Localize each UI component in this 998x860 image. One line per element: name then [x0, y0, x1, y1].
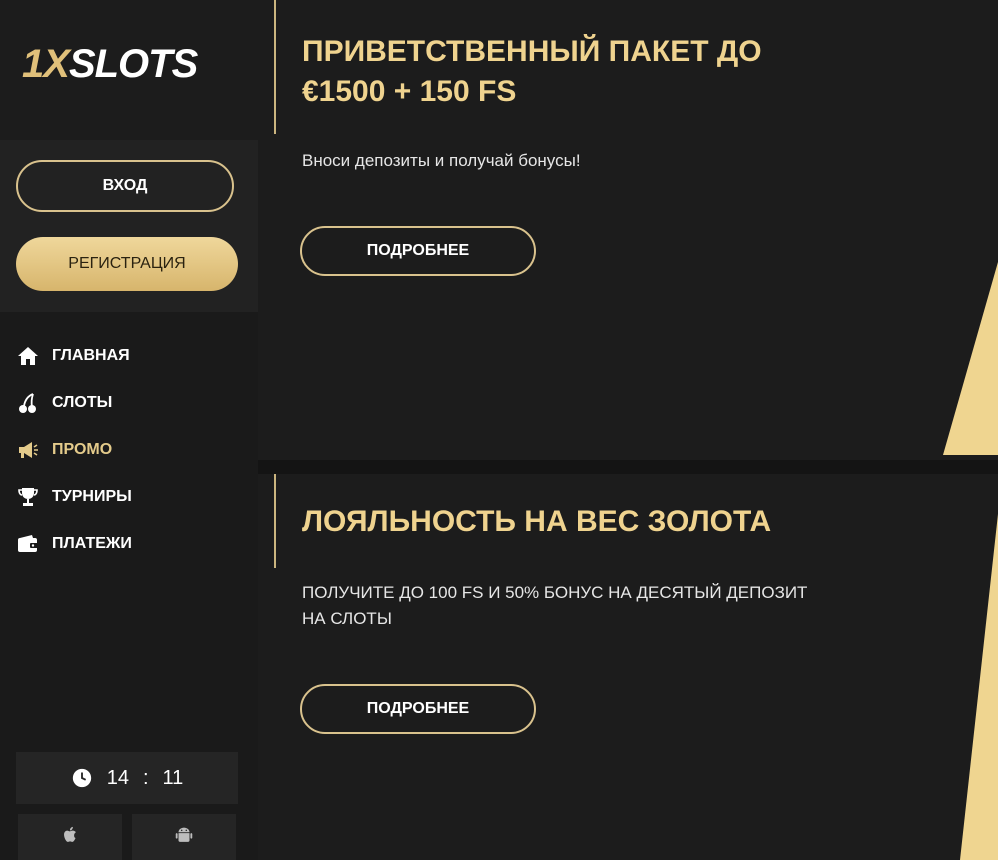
megaphone-icon	[16, 438, 40, 462]
promo-description: ПОЛУЧИТЕ ДО 100 FS И 50% БОНУС НА ДЕСЯТЫ…	[302, 580, 882, 632]
sidebar: 1XSLOTS ВХОД РЕГИСТРАЦИЯ ГЛАВНАЯ СЛОТЫ П…	[0, 0, 258, 860]
login-button[interactable]: ВХОД	[16, 160, 234, 212]
clock-hours: 14	[106, 766, 129, 789]
nav-item-tournaments[interactable]: ТУРНИРЫ	[16, 483, 132, 511]
nav-label-promo: ПРОМО	[52, 441, 113, 458]
logo-area: 1XSLOTS	[0, 0, 258, 140]
card-accent-bar	[274, 474, 276, 568]
promo-description-line1: ПОЛУЧИТЕ ДО 100 FS И 50% БОНУС НА ДЕСЯТЫ…	[302, 583, 808, 602]
gold-decoration	[943, 262, 998, 455]
nav-item-promo[interactable]: ПРОМО	[16, 436, 112, 464]
promo-title-line2: €1500 + 150 FS	[302, 75, 517, 108]
promo-card-loyalty: ЛОЯЛЬНОСТЬ НА ВЕС ЗОЛОТА ПОЛУЧИТЕ ДО 100…	[258, 474, 998, 860]
promo-description-line2: НА СЛОТЫ	[302, 609, 392, 628]
nav-label-payments: ПЛАТЕЖИ	[52, 535, 132, 552]
android-app-button[interactable]	[132, 814, 236, 860]
wallet-icon	[16, 532, 40, 556]
apple-icon	[59, 824, 81, 851]
card-accent-bar	[274, 0, 276, 134]
promo-more-button[interactable]: ПОДРОБНЕЕ	[300, 226, 536, 276]
ios-app-button[interactable]	[18, 814, 122, 860]
home-icon	[16, 344, 40, 368]
trophy-icon	[16, 485, 40, 509]
android-icon	[173, 824, 195, 851]
logo-accent: 1X	[22, 42, 70, 86]
promo-card-welcome: ПРИВЕТСТВЕННЫЙ ПАКЕТ ДО €1500 + 150 FS В…	[258, 0, 998, 460]
register-button[interactable]: РЕГИСТРАЦИЯ	[16, 237, 238, 291]
nav-item-payments[interactable]: ПЛАТЕЖИ	[16, 530, 132, 558]
clock-minutes: 11	[162, 766, 184, 789]
promo-title: ЛОЯЛЬНОСТЬ НА ВЕС ЗОЛОТА	[302, 505, 772, 538]
logo-text: SLOTS	[68, 42, 198, 86]
logo[interactable]: 1XSLOTS	[22, 40, 198, 88]
nav-item-home[interactable]: ГЛАВНАЯ	[16, 342, 130, 370]
nav-label-tournaments: ТУРНИРЫ	[52, 488, 132, 505]
clock: 14 : 11	[16, 752, 238, 804]
nav-label-home: ГЛАВНАЯ	[52, 347, 130, 364]
promo-title: ПРИВЕТСТВЕННЫЙ ПАКЕТ ДО €1500 + 150 FS	[302, 32, 862, 112]
auth-area: ВХОД РЕГИСТРАЦИЯ	[0, 140, 258, 312]
promo-title-line1: ПРИВЕТСТВЕННЫЙ ПАКЕТ ДО	[302, 35, 762, 68]
nav-label-slots: СЛОТЫ	[52, 394, 113, 411]
promo-more-button[interactable]: ПОДРОБНЕЕ	[300, 684, 536, 734]
promo-description: Вноси депозиты и получай бонусы!	[302, 151, 581, 170]
clock-icon	[71, 767, 93, 789]
nav-item-slots[interactable]: СЛОТЫ	[16, 389, 112, 417]
cherry-icon	[16, 391, 40, 415]
clock-separator: :	[142, 766, 149, 789]
gold-decoration	[960, 514, 998, 860]
